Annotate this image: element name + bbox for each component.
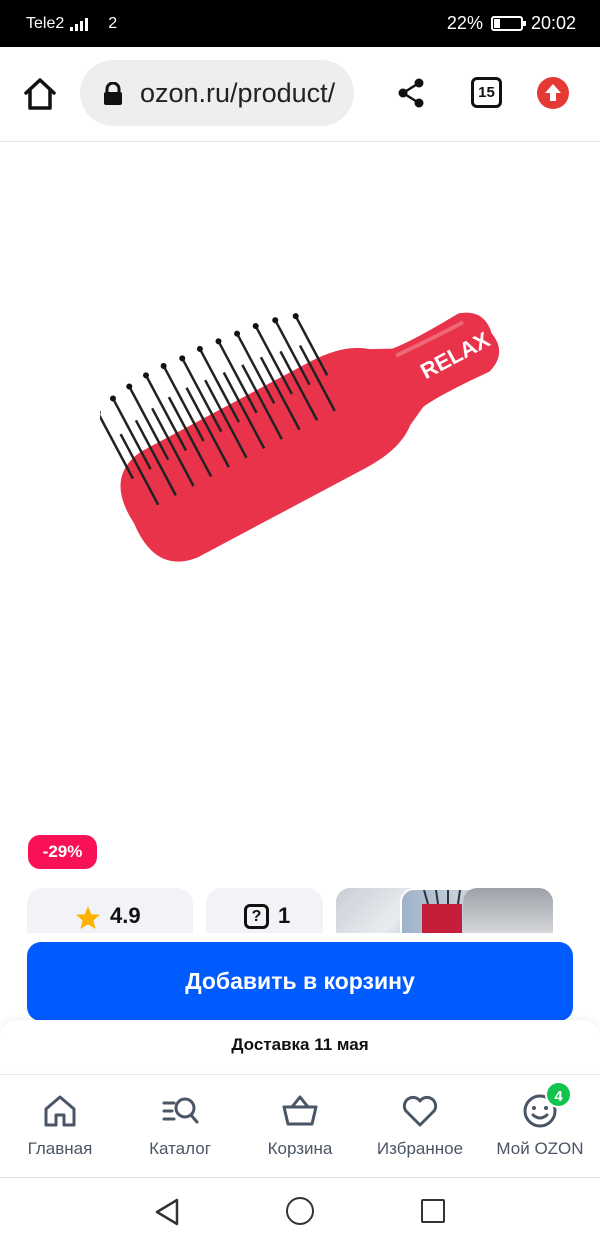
home-icon — [44, 1095, 76, 1127]
questions-count: 1 — [278, 903, 291, 928]
basket-icon — [282, 1095, 318, 1126]
battery-icon — [490, 16, 526, 31]
url-text: ozon.ru/product/ — [140, 78, 336, 108]
nav-item-cart[interactable]: Корзина — [240, 1075, 360, 1176]
nav-item-favorites[interactable]: Избранное — [360, 1075, 480, 1176]
lock-icon — [104, 82, 122, 105]
nav-label: Корзина — [267, 1139, 333, 1158]
nav-item-catalog[interactable]: Каталог — [120, 1075, 240, 1176]
signal-icon — [70, 17, 89, 31]
nav-label: Избранное — [376, 1139, 464, 1158]
star-icon — [76, 906, 100, 929]
back-icon[interactable] — [153, 1197, 181, 1227]
sim-slot: 2 — [108, 15, 118, 32]
system-navigation-bar — [0, 1177, 600, 1246]
battery-percent: 22% — [446, 13, 483, 33]
product-info-cards: 4.9 ? 1 — [0, 888, 600, 933]
nav-item-home[interactable]: Главная — [0, 1075, 120, 1176]
update-button[interactable] — [537, 77, 569, 109]
browser-toolbar: ozon.ru/product/ 15 — [0, 47, 600, 142]
question-icon: ? — [244, 904, 269, 929]
screen: Tele2 2 22% 20:02 ozon.ru/product/ 15 RE… — [0, 0, 600, 1246]
rating-card[interactable]: 4.9 — [27, 888, 193, 933]
clock: 20:02 — [530, 13, 576, 33]
status-left: Tele2 2 — [26, 15, 117, 33]
hair-brush-illustration: RELAX — [100, 312, 500, 562]
nav-label: Каталог — [149, 1139, 211, 1158]
share-icon — [398, 78, 424, 108]
bottom-navigation: Главная Каталог Корзина Избранное 4 Мой … — [0, 1074, 600, 1176]
product-thumbnail[interactable] — [463, 888, 553, 933]
browser-home-button[interactable] — [20, 76, 60, 112]
product-image[interactable]: RELAX — [0, 142, 600, 832]
nav-label: Главная — [27, 1139, 93, 1158]
update-icon — [545, 84, 561, 101]
notification-badge: 4 — [545, 1081, 572, 1108]
tabs-button[interactable]: 15 — [471, 77, 502, 108]
home-icon — [24, 78, 56, 110]
delivery-info: Доставка 11 мая — [0, 1020, 600, 1070]
discount-badge: -29% — [28, 835, 97, 869]
battery-fill — [493, 19, 500, 28]
recents-icon[interactable] — [421, 1199, 445, 1223]
status-bar: Tele2 2 22% 20:02 — [0, 0, 600, 47]
rating-value: 4.9 — [110, 903, 141, 928]
share-button[interactable] — [395, 77, 427, 114]
add-to-cart-button[interactable]: Добавить в корзину — [27, 942, 573, 1021]
address-bar[interactable]: ozon.ru/product/ — [80, 60, 354, 126]
status-right: 22% 20:02 — [447, 13, 576, 34]
nav-item-my-ozon[interactable]: 4 Мой OZON — [480, 1075, 600, 1176]
home-circle-icon[interactable] — [286, 1197, 314, 1225]
heart-icon — [402, 1095, 438, 1127]
nav-label: Мой OZON — [496, 1139, 584, 1158]
questions-card[interactable]: ? 1 — [206, 888, 323, 933]
carrier-name: Tele2 — [26, 15, 65, 32]
catalog-search-icon — [162, 1097, 199, 1124]
